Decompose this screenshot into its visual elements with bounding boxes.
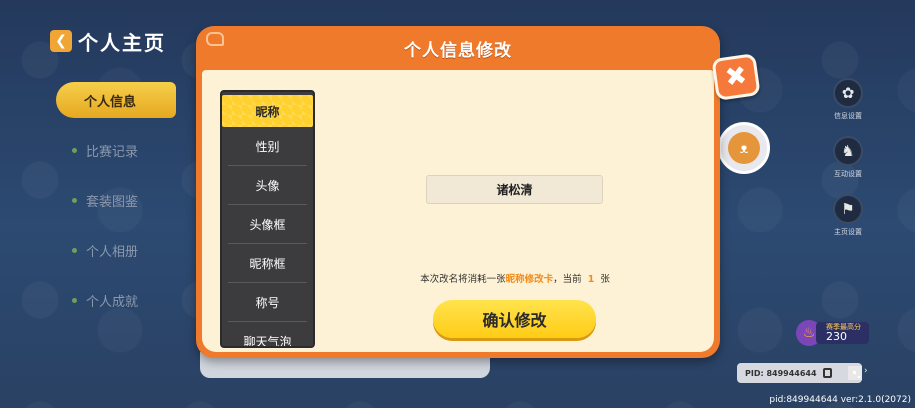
- tool-info-settings[interactable]: ✿ 信息设置: [828, 78, 868, 136]
- close-button[interactable]: ✖: [711, 53, 761, 101]
- right-toolbar: ✿ 信息设置 ♞ 互动设置 ⚑ 主页设置: [828, 78, 868, 252]
- tab-nickname-frame[interactable]: 昵称框: [228, 244, 307, 283]
- hamster-avatar-icon: ᴥ: [728, 132, 760, 164]
- rank-badge[interactable]: ♨ 赛季最高分 230: [796, 318, 869, 348]
- nav-item-achievements[interactable]: 个人成就: [56, 282, 196, 318]
- tool-label: 主页设置: [834, 228, 862, 236]
- rename-card-count: 1: [587, 274, 595, 285]
- pose-icon: ♞: [833, 136, 863, 166]
- flag-icon: ⚑: [833, 194, 863, 224]
- tool-label: 信息设置: [834, 112, 862, 120]
- tool-interaction-settings[interactable]: ♞ 互动设置: [828, 136, 868, 194]
- back-arrow-icon[interactable]: ❮: [50, 30, 72, 52]
- tab-title[interactable]: 称号: [228, 283, 307, 322]
- rename-cost-notice: 本次改名将消耗一张昵称修改卡，当前 1 张: [360, 271, 670, 285]
- modal-title: 个人信息修改: [404, 40, 512, 61]
- side-nav: 个人信息 比赛记录 套装图鉴 个人相册 个人成就: [56, 82, 196, 332]
- nav-item-match-records[interactable]: 比赛记录: [56, 132, 196, 168]
- tab-chat-bubble[interactable]: 聊天气泡: [228, 322, 307, 347]
- tab-nickname[interactable]: 昵称: [222, 95, 313, 127]
- notice-middle: ，当前: [553, 274, 582, 285]
- tab-avatar[interactable]: 头像: [228, 166, 307, 205]
- confirm-button[interactable]: 确认修改: [433, 300, 596, 338]
- gear-icon: ✿: [833, 78, 863, 108]
- bullet-icon: [72, 197, 77, 203]
- nav-item-label: 套装图鉴: [86, 194, 139, 210]
- nav-item-outfit-collection[interactable]: 套装图鉴: [56, 182, 196, 218]
- tab-avatar-frame[interactable]: 头像框: [228, 205, 307, 244]
- notice-prefix: 本次改名将消耗一张: [420, 274, 506, 285]
- nav-item-label: 个人相册: [86, 244, 139, 260]
- close-icon: ✖: [723, 60, 749, 94]
- edit-tab-list[interactable]: 昵称 性别 头像 头像框 昵称框 称号 聊天气泡: [220, 90, 315, 348]
- bullet-icon: [72, 297, 77, 303]
- nav-item-photo-album[interactable]: 个人相册: [56, 232, 196, 268]
- page-title: 个人主页: [78, 30, 166, 55]
- chevron-right-icon[interactable]: ›: [864, 366, 868, 376]
- nav-item-label: 个人信息: [84, 94, 137, 110]
- nav-item-label: 比赛记录: [86, 144, 139, 160]
- nav-item-label: 个人成就: [86, 294, 139, 310]
- avatar[interactable]: ᴥ: [718, 122, 770, 174]
- page-header: ❮ 个人主页: [50, 26, 166, 56]
- tab-gender[interactable]: 性别: [228, 127, 307, 166]
- rename-card-name: 昵称修改卡: [505, 274, 554, 285]
- notice-suffix: 张: [600, 274, 610, 285]
- tool-label: 互动设置: [834, 170, 862, 178]
- nav-item-profile-info[interactable]: 个人信息: [56, 82, 176, 118]
- rank-score: 230: [826, 329, 847, 343]
- bullet-icon: [72, 247, 77, 253]
- rank-box: 赛季最高分 230: [816, 321, 869, 345]
- pid-bar: PID: 849944644: [737, 363, 862, 383]
- tool-home-settings[interactable]: ⚑ 主页设置: [828, 194, 868, 252]
- version-label: pid:849944644 ver:2.1.0(2072): [769, 395, 911, 405]
- nickname-input[interactable]: 诸松清: [426, 175, 603, 204]
- bullet-icon: [72, 147, 77, 153]
- copy-icon[interactable]: [822, 368, 832, 378]
- pid-text: PID: 849944644: [745, 368, 817, 378]
- qr-code-icon[interactable]: [848, 366, 862, 380]
